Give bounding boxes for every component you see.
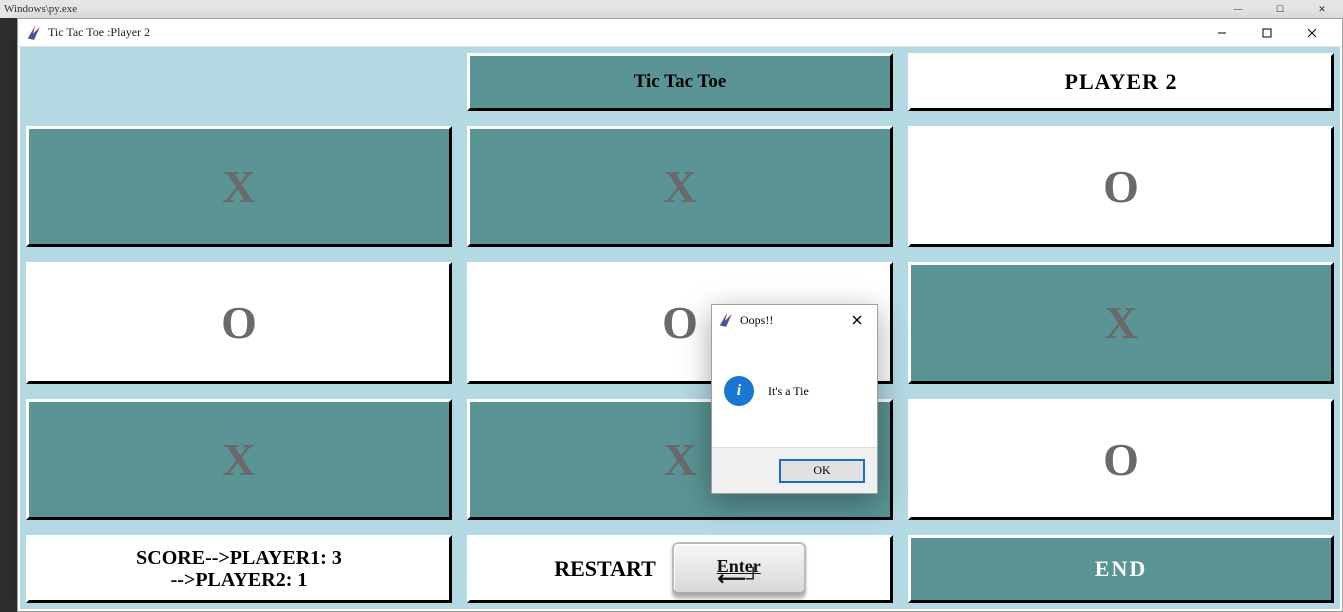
info-icon: i: [724, 376, 754, 406]
close-button[interactable]: [1289, 19, 1334, 47]
cell-6[interactable]: X: [26, 399, 452, 520]
outer-close-button[interactable]: ✕: [1301, 0, 1343, 18]
titlebar: Tic Tac Toe :Player 2: [18, 19, 1342, 47]
cell-2[interactable]: O: [908, 126, 1334, 247]
python-feather-icon: [718, 312, 734, 328]
close-icon: [852, 315, 862, 325]
dialog-title: Oops!!: [740, 313, 773, 328]
cell-8[interactable]: O: [908, 399, 1334, 520]
window-controls: [1199, 19, 1334, 47]
layout-grid: Tic Tac Toe PLAYER 2 X X O O O X X X O S…: [26, 53, 1334, 603]
end-button-label: END: [1095, 556, 1147, 582]
restart-label: RESTART: [554, 556, 656, 582]
outer-window-path: Windows\py.exe: [4, 3, 77, 15]
restart-panel: RESTART Enter ⟵┘: [467, 535, 893, 603]
game-window: Tic Tac Toe :Player 2 Tic Tac Toe PLAYER…: [17, 18, 1343, 612]
minimize-button[interactable]: [1199, 19, 1244, 47]
cell-5-mark: X: [1104, 296, 1137, 349]
cell-3-mark: O: [221, 296, 257, 349]
cell-4-mark: O: [662, 296, 698, 349]
enter-key-button[interactable]: Enter ⟵┘: [672, 542, 806, 597]
cell-0[interactable]: X: [26, 126, 452, 247]
cell-5[interactable]: X: [908, 262, 1334, 383]
editor-gutter: [0, 18, 17, 612]
game-surface: Tic Tac Toe PLAYER 2 X X O O O X X X O S…: [20, 47, 1340, 609]
cell-3[interactable]: O: [26, 262, 452, 383]
enter-arrow-icon: ⟵┘: [717, 575, 760, 583]
dialog-body: i It's a Tie: [712, 335, 877, 447]
cell-1[interactable]: X: [467, 126, 893, 247]
dialog-footer: OK: [712, 447, 877, 493]
dialog-close-button[interactable]: [837, 305, 877, 335]
cell-1-mark: X: [663, 160, 696, 213]
cell-7-mark: X: [663, 433, 696, 486]
outer-maximize-button[interactable]: ☐: [1259, 0, 1301, 18]
score-line-2: -->PLAYER2: 1: [171, 569, 308, 591]
cell-2-mark: O: [1103, 160, 1139, 213]
title-button-label: Tic Tac Toe: [634, 71, 727, 93]
header-spacer: [26, 53, 452, 111]
end-button[interactable]: END: [908, 535, 1334, 603]
cell-0-mark: X: [222, 160, 255, 213]
dialog-message: It's a Tie: [768, 384, 809, 399]
player-indicator-label: PLAYER 2: [1065, 69, 1178, 95]
cell-8-mark: O: [1103, 433, 1139, 486]
dialog-titlebar: Oops!!: [712, 305, 877, 335]
score-line-1: SCORE-->PLAYER1: 3: [136, 547, 342, 569]
outer-window-titlebar: Windows\py.exe — ☐ ✕: [0, 0, 1343, 18]
outer-minimize-button[interactable]: —: [1217, 0, 1259, 18]
dialog-ok-button[interactable]: OK: [779, 459, 865, 483]
cell-6-mark: X: [222, 433, 255, 486]
player-indicator: PLAYER 2: [908, 53, 1334, 111]
python-feather-icon: [26, 25, 42, 41]
window-title: Tic Tac Toe :Player 2: [48, 25, 150, 40]
title-button[interactable]: Tic Tac Toe: [467, 53, 893, 111]
score-panel: SCORE-->PLAYER1: 3 -->PLAYER2: 1: [26, 535, 452, 603]
message-dialog: Oops!! i It's a Tie OK: [711, 304, 878, 494]
dialog-ok-label: OK: [813, 463, 830, 478]
maximize-button[interactable]: [1244, 19, 1289, 47]
outer-window-controls: — ☐ ✕: [1217, 0, 1343, 18]
